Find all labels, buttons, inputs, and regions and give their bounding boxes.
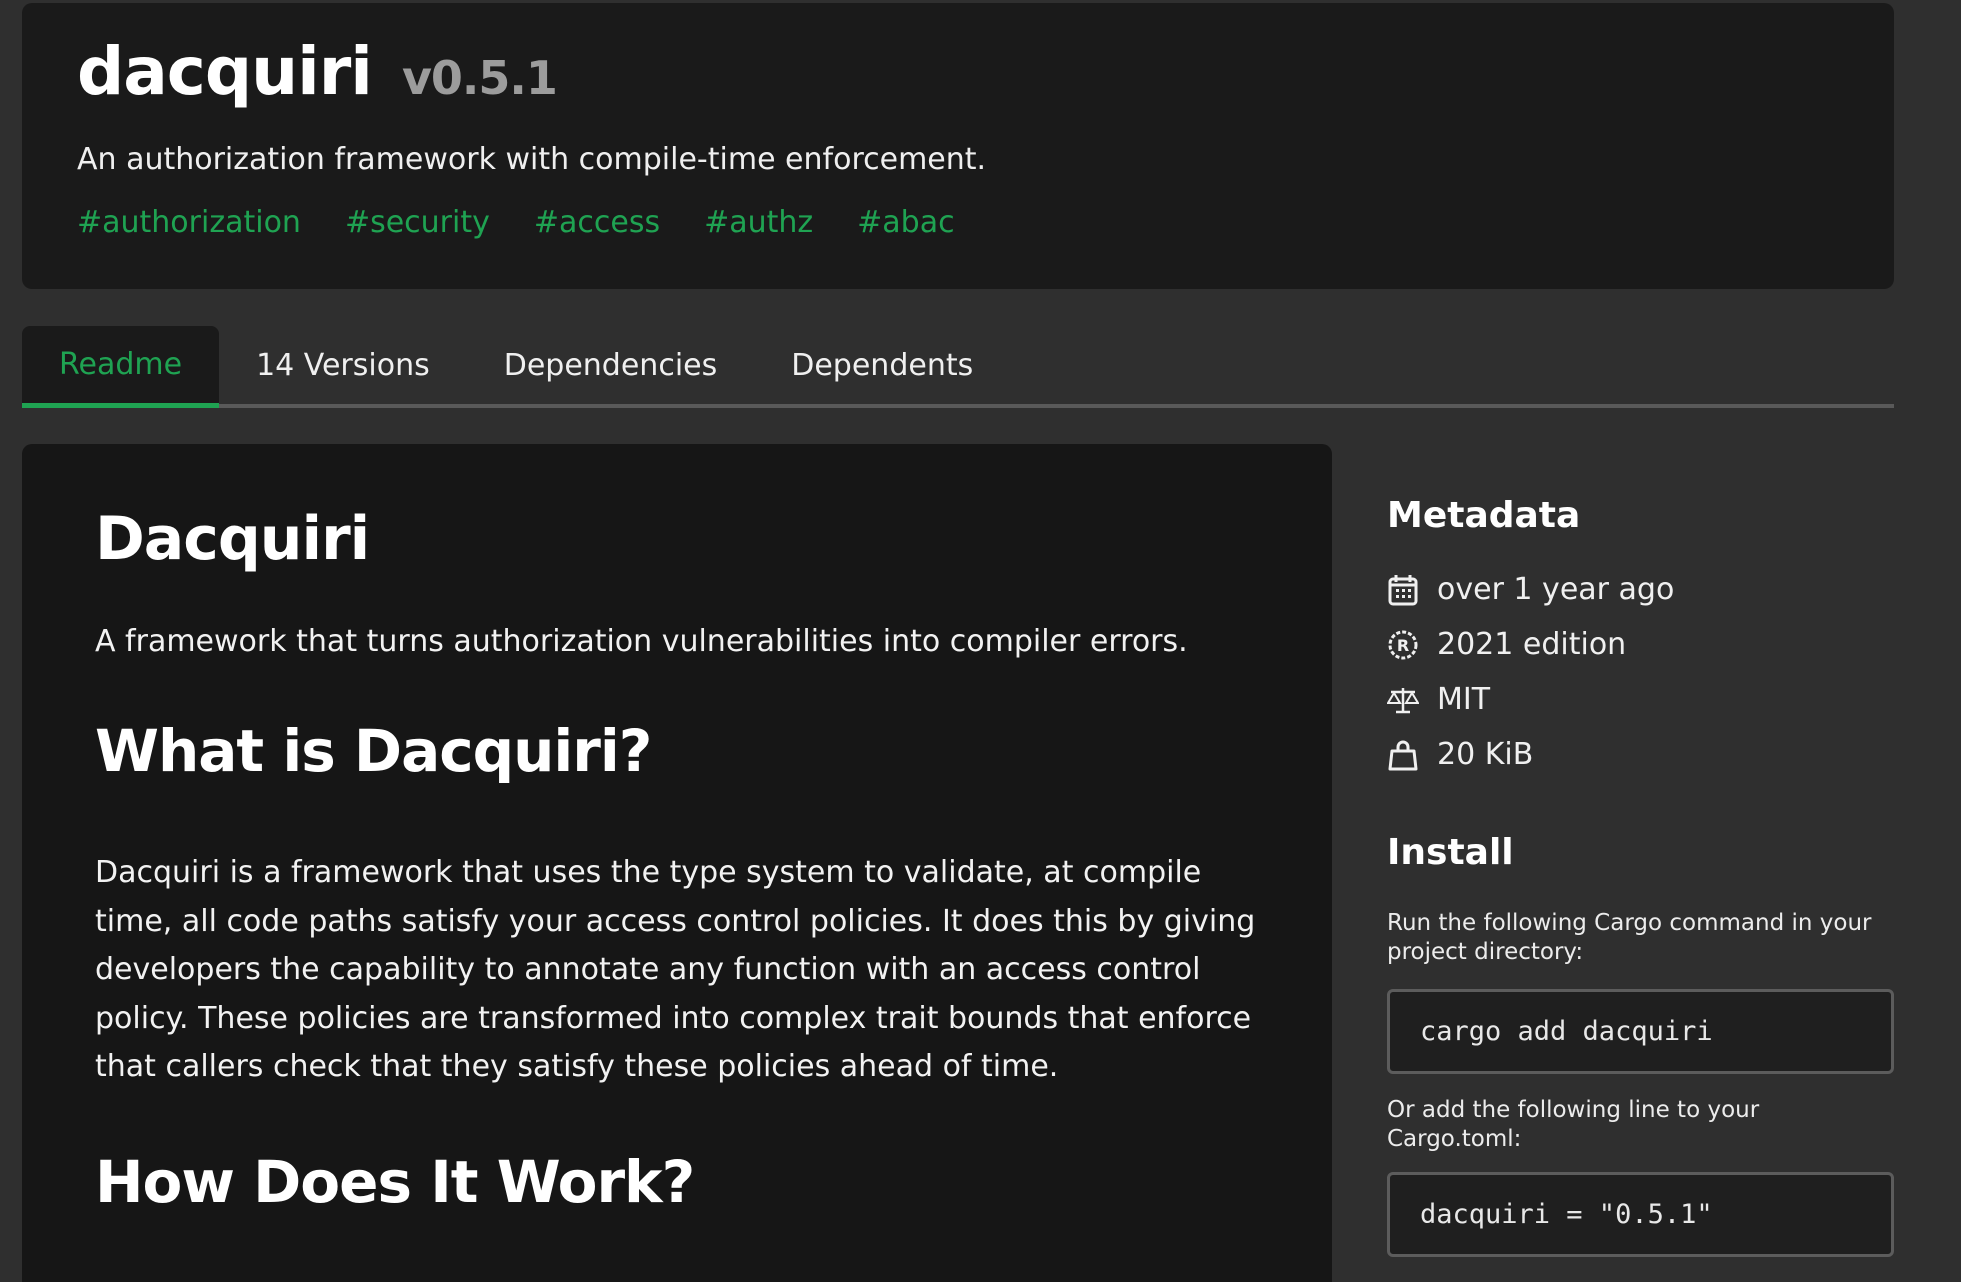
tab-versions[interactable]: 14 Versions: [219, 326, 467, 404]
scale-license-icon: [1387, 684, 1419, 716]
keyword-link-security[interactable]: #security: [345, 205, 490, 240]
readme-title: Dacquiri: [95, 504, 370, 574]
metadata-value: 20 KiB: [1437, 737, 1534, 772]
crate-description: An authorization framework with compile-…: [77, 142, 987, 177]
tab-dependents[interactable]: Dependents: [754, 326, 1010, 404]
metadata-license: MIT: [1387, 672, 1894, 727]
svg-text:R: R: [1397, 636, 1409, 655]
metadata-list: over 1 year ago R 2021 edition MIT 20 Ki…: [1387, 562, 1894, 782]
crate-version: v0.5.1: [401, 51, 558, 105]
calendar-icon: [1387, 574, 1419, 606]
metadata-value: over 1 year ago: [1437, 572, 1675, 607]
bag-size-icon: [1387, 739, 1419, 771]
keyword-link-authz[interactable]: #authz: [704, 205, 813, 240]
readme-paragraph: Dacquiri is a framework that uses the ty…: [95, 855, 1256, 1084]
readme-section-heading: What is Dacquiri?: [95, 717, 652, 785]
keyword-list: #authorization #security #access #authz …: [77, 205, 1894, 240]
metadata-value: 2021 edition: [1437, 627, 1627, 662]
tab-dependencies[interactable]: Dependencies: [467, 326, 755, 404]
metadata-heading: Metadata: [1387, 495, 1581, 536]
crate-page: dacquiri v0.5.1 An authorization framewo…: [0, 0, 1961, 1282]
crate-tabs: Readme 14 Versions Dependencies Dependen…: [22, 326, 1894, 408]
install-command-box[interactable]: cargo add dacquiri: [1387, 989, 1894, 1074]
metadata-size: 20 KiB: [1387, 727, 1894, 782]
readme-section-heading: How Does It Work?: [95, 1147, 695, 1216]
metadata-updated: over 1 year ago: [1387, 562, 1894, 617]
rust-edition-icon: R: [1387, 629, 1419, 661]
readme-lede: A framework that turns authorization vul…: [95, 624, 1188, 659]
keyword-link-authorization[interactable]: #authorization: [77, 205, 301, 240]
crate-sidebar: Metadata over 1 year ago R 2021 edition …: [1387, 495, 1894, 1257]
metadata-edition: R 2021 edition: [1387, 617, 1894, 672]
install-toml-box[interactable]: dacquiri = "0.5.1": [1387, 1172, 1894, 1257]
install-instructions: Run the following Cargo command in your …: [1387, 910, 1872, 965]
crate-name: dacquiri: [77, 33, 373, 110]
metadata-value: MIT: [1437, 682, 1491, 717]
readme-panel: Dacquiri A framework that turns authoriz…: [22, 444, 1332, 1282]
install-heading: Install: [1387, 832, 1514, 873]
crate-header: dacquiri v0.5.1 An authorization framewo…: [22, 3, 1894, 289]
keyword-link-access[interactable]: #access: [534, 205, 660, 240]
keyword-link-abac[interactable]: #abac: [857, 205, 954, 240]
crate-title-row: dacquiri v0.5.1: [77, 33, 1894, 110]
tab-readme[interactable]: Readme: [22, 326, 220, 408]
install-toml-instructions: Or add the following line to your Cargo.…: [1387, 1097, 1760, 1152]
